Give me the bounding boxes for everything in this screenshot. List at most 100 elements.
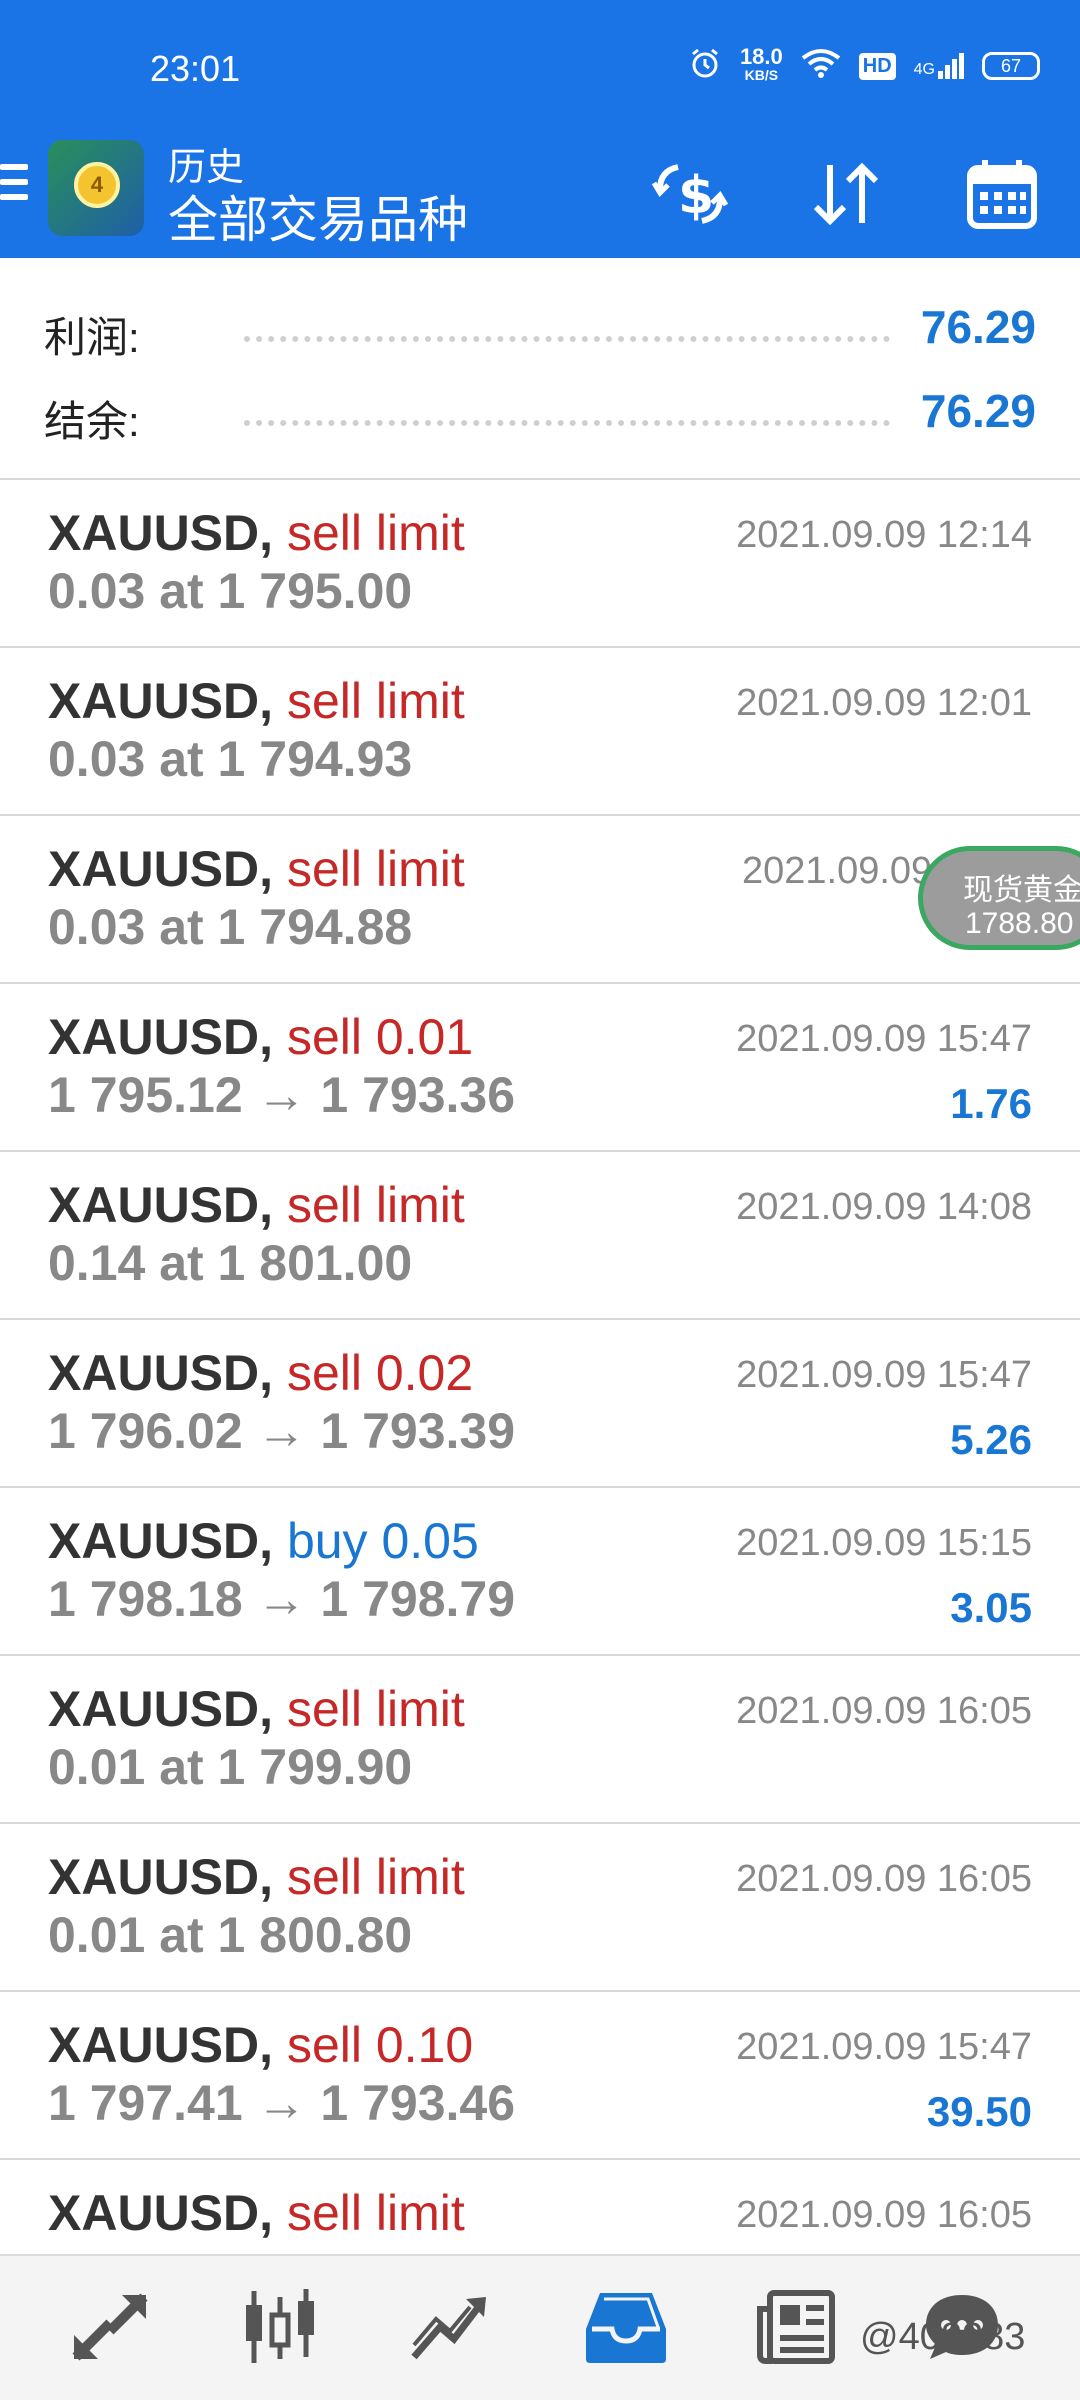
badge-price: 1788.80 xyxy=(965,907,1074,940)
profit-label: 利润: xyxy=(44,314,140,361)
logo-coin: 4 xyxy=(74,162,120,208)
order-symbol: XAUUSD, xyxy=(48,505,274,561)
currency-exchange-button[interactable]: $ xyxy=(648,152,732,236)
wifi-icon xyxy=(801,48,841,84)
nav-trade[interactable] xyxy=(400,2282,500,2372)
order-time: 2021.09.09 16:05 xyxy=(736,1690,1032,1732)
news-icon xyxy=(757,2290,835,2364)
bottom-navigation: @408283 xyxy=(0,2254,1080,2400)
order-detail: 1 796.02 → 1 793.39 xyxy=(48,1403,516,1459)
order-action: sell 0.02 xyxy=(286,1345,474,1401)
order-profit: 1.76 xyxy=(950,1080,1032,1127)
watermark-text: @408283 xyxy=(860,2316,1026,2358)
balance-label: 结余: xyxy=(44,398,140,445)
order-time: 2021.09.09 15:47 xyxy=(736,2026,1032,2068)
clock: 23:01 xyxy=(150,48,241,89)
order-detail: 0.03 at 1 794.93 xyxy=(48,731,413,787)
order-action: sell limit xyxy=(286,1849,465,1905)
history-inbox-icon xyxy=(586,2293,666,2363)
floating-price-badge[interactable]: 现货黄金 1788.80 xyxy=(918,846,1080,950)
calendar-icon xyxy=(967,160,1037,229)
order-detail: 1 797.41 → 1 793.46 xyxy=(48,2075,516,2131)
net-speed-value: 18.0 xyxy=(739,44,783,69)
order-action: sell limit xyxy=(286,505,465,561)
order-row[interactable]: XAUUSD, sell 0.01 1 795.12 → 1 793.36 20… xyxy=(0,984,1080,1152)
order-row[interactable]: XAUUSD, sell 0.02 1 796.02 → 1 793.39 20… xyxy=(0,1320,1080,1488)
app-bar: 4 历史 全部交易品种 $ xyxy=(0,130,1080,258)
order-action: sell limit xyxy=(286,2185,465,2241)
order-time: 2021.09.09 14:08 xyxy=(736,1186,1032,1228)
order-symbol: XAUUSD, xyxy=(48,673,274,729)
order-row[interactable]: XAUUSD, sell limit 0.14 at 1 801.00 2021… xyxy=(0,1152,1080,1320)
menu-icon[interactable] xyxy=(0,164,28,209)
sort-icon xyxy=(813,162,879,226)
order-detail: 0.14 at 1 801.00 xyxy=(48,1235,413,1291)
nav-news[interactable] xyxy=(746,2282,846,2372)
order-detail: 0.01 at 1 800.80 xyxy=(48,1907,413,1963)
order-time: 2021.09.09 12:01 xyxy=(736,682,1032,724)
order-detail: 0.01 at 1 799.90 xyxy=(48,1739,413,1795)
app-logo: 4 xyxy=(48,140,144,236)
order-detail: 0.03 at 1 795.00 xyxy=(48,563,413,619)
order-row[interactable]: XAUUSD, sell limit 0.01 at 1 799.90 2021… xyxy=(0,1656,1080,1824)
order-action: sell 0.01 xyxy=(286,1009,474,1065)
order-symbol: XAUUSD, xyxy=(48,841,274,897)
badge-symbol-name: 现货黄金 xyxy=(963,874,1080,907)
quotes-arrows-icon xyxy=(72,2293,148,2361)
order-action: sell limit xyxy=(286,673,465,729)
hd-icon: HD xyxy=(858,52,896,80)
balance-value: 76.29 xyxy=(920,385,1036,437)
order-row[interactable]: XAUUSD, sell limit 0.01 at 1 800.80 2021… xyxy=(0,1824,1080,1992)
order-time: 2021.09.09 15:47 xyxy=(736,1354,1032,1396)
balance-row: 结余: 76.29 xyxy=(44,380,1040,445)
order-action: sell limit xyxy=(286,1681,465,1737)
order-time: 2021.09.09 16:05 xyxy=(736,1858,1032,1900)
order-detail: 1 798.18 → 1 798.79 xyxy=(48,1571,516,1627)
order-symbol: XAUUSD, xyxy=(48,1177,274,1233)
order-symbol: XAUUSD, xyxy=(48,1513,274,1569)
order-time: 2021.09.09 15:15 xyxy=(736,1522,1032,1564)
order-time: 2021.09.09 12:14 xyxy=(736,514,1032,556)
order-detail: 1 795.12 → 1 793.36 xyxy=(48,1067,516,1123)
profit-value: 76.29 xyxy=(920,301,1036,353)
order-detail: 0.03 at 1 794.88 xyxy=(48,899,413,955)
order-row[interactable]: XAUUSD, sell limit 0.03 at 1 795.00 2021… xyxy=(0,480,1080,648)
nav-quotes[interactable] xyxy=(60,2282,160,2372)
order-time: 2021.09.09 16:05 xyxy=(736,2194,1032,2236)
signal-icon: 4G xyxy=(914,53,964,79)
leader-dots xyxy=(244,420,890,426)
candlestick-chart-icon xyxy=(246,2289,314,2363)
status-icons: 18.0 KB/S HD 4G 67 xyxy=(688,46,1040,86)
currency-exchange-icon: $ xyxy=(651,164,729,226)
calendar-button[interactable] xyxy=(960,152,1044,236)
nav-history[interactable] xyxy=(576,2282,676,2372)
nav-charts[interactable] xyxy=(230,2282,330,2372)
sort-button[interactable] xyxy=(804,152,888,236)
order-row[interactable]: XAUUSD, sell 0.10 1 797.41 → 1 793.46 20… xyxy=(0,1992,1080,2160)
order-time: 2021.09.09 15:47 xyxy=(736,1018,1032,1060)
signal-label: 4G xyxy=(913,61,935,78)
order-profit: 39.50 xyxy=(926,2088,1032,2135)
order-row[interactable]: XAUUSD, sell limit 0.03 at 1 794.93 2021… xyxy=(0,648,1080,816)
order-action: sell limit xyxy=(286,1177,465,1233)
network-speed: 18.0 KB/S xyxy=(739,44,783,84)
history-summary: 利润: 76.29 结余: 76.29 xyxy=(0,258,1080,480)
order-action: buy 0.05 xyxy=(286,1513,479,1569)
battery-icon: 67 xyxy=(982,52,1040,80)
leader-dots xyxy=(244,336,890,342)
profit-row: 利润: 76.29 xyxy=(44,296,1040,361)
status-bar: 23:01 18.0 KB/S HD 4G 67 xyxy=(0,0,1080,130)
order-profit: 5.26 xyxy=(950,1416,1032,1463)
order-profit: 3.05 xyxy=(950,1584,1032,1631)
symbol-filter[interactable]: 全部交易品种 xyxy=(168,180,468,252)
order-symbol: XAUUSD, xyxy=(48,2017,274,2073)
trade-chart-icon xyxy=(411,2297,486,2360)
alarm-icon xyxy=(688,46,722,86)
order-action: sell limit xyxy=(286,841,465,897)
order-symbol: XAUUSD, xyxy=(48,2185,274,2241)
order-row[interactable]: XAUUSD, buy 0.05 1 798.18 → 1 798.79 202… xyxy=(0,1488,1080,1656)
order-action: sell 0.10 xyxy=(286,2017,474,2073)
order-symbol: XAUUSD, xyxy=(48,1009,274,1065)
net-speed-unit: KB/S xyxy=(744,67,779,83)
order-symbol: XAUUSD, xyxy=(48,1681,274,1737)
